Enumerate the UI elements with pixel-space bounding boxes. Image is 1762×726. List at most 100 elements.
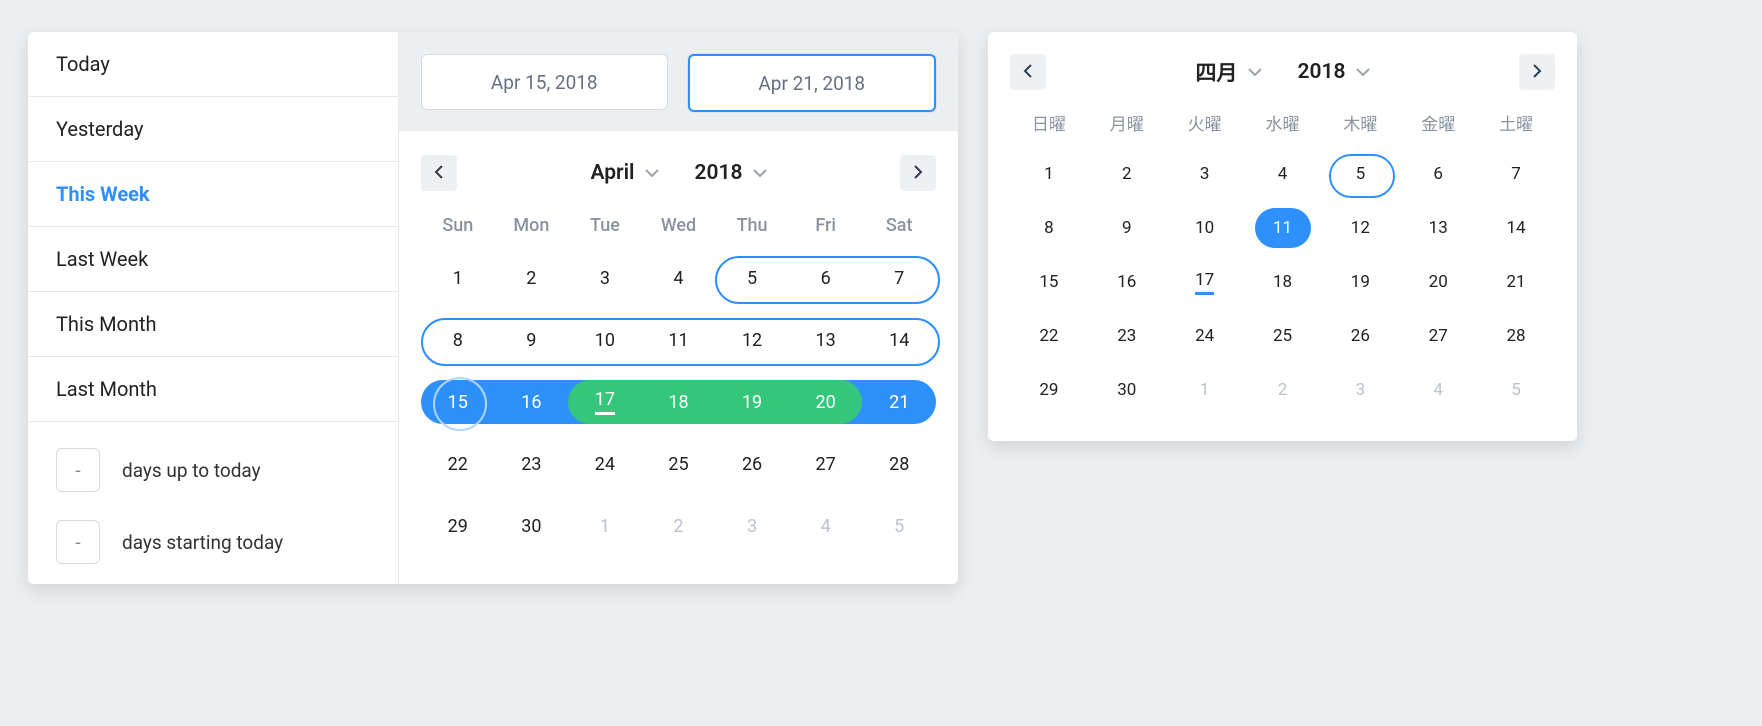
calendar-day[interactable]: 5 [1321, 153, 1399, 195]
calendar-day[interactable]: 16 [1088, 261, 1166, 303]
preset-today[interactable]: Today [28, 32, 398, 97]
weekday-label: Wed [642, 215, 716, 236]
calendar-day[interactable]: 26 [1321, 315, 1399, 357]
calendar-day[interactable]: 4 [1244, 153, 1322, 195]
calendar-day[interactable]: 11 [1244, 207, 1322, 249]
calendar-day[interactable]: 19 [1321, 261, 1399, 303]
start-date-input[interactable]: Apr 15, 2018 [421, 54, 668, 110]
prev-month-button[interactable] [1010, 54, 1046, 90]
calendar-day[interactable]: 21 [1477, 261, 1555, 303]
calendar-day[interactable]: 1 [421, 256, 495, 300]
calendar-week-row: 15161718192021 [1010, 257, 1555, 307]
year-select[interactable]: 2018 [695, 161, 767, 185]
weekday-label: 月曜 [1088, 110, 1166, 135]
calendar-day[interactable]: 6 [1399, 153, 1477, 195]
calendar-day[interactable]: 7 [1477, 153, 1555, 195]
next-month-button[interactable] [1519, 54, 1555, 90]
calendar-day[interactable]: 30 [495, 504, 569, 548]
days-count-input[interactable]: - [56, 520, 100, 564]
weekday-label: 火曜 [1166, 110, 1244, 135]
calendar-day[interactable]: 23 [1088, 315, 1166, 357]
calendar-day[interactable]: 27 [1399, 315, 1477, 357]
chevron-right-icon [912, 164, 924, 183]
calendar-day[interactable]: 8 [421, 318, 495, 362]
calendar-day[interactable]: 6 [789, 256, 863, 300]
calendar-day[interactable]: 14 [862, 318, 936, 362]
end-date-input[interactable]: Apr 21, 2018 [688, 54, 937, 112]
calendar-day[interactable]: 5 [862, 504, 936, 548]
calendar-day[interactable]: 15 [421, 380, 495, 424]
calendar-day[interactable]: 27 [789, 442, 863, 486]
chevron-left-icon [433, 164, 445, 183]
calendar-day[interactable]: 3 [568, 256, 642, 300]
calendar-day[interactable]: 28 [862, 442, 936, 486]
preset-this-week[interactable]: This Week [28, 162, 398, 227]
calendar-day[interactable]: 15 [1010, 261, 1088, 303]
calendar-day[interactable]: 20 [1399, 261, 1477, 303]
calendar-day[interactable]: 22 [1010, 315, 1088, 357]
calendar-day[interactable]: 17 [1166, 261, 1244, 303]
calendar-day[interactable]: 11 [642, 318, 716, 362]
calendar-day[interactable]: 10 [1166, 207, 1244, 249]
calendar-day[interactable]: 24 [1166, 315, 1244, 357]
calendar-day[interactable]: 2 [1088, 153, 1166, 195]
calendar-day[interactable]: 3 [1321, 369, 1399, 411]
calendar-day[interactable]: 24 [568, 442, 642, 486]
weekday-label: Fri [789, 215, 863, 236]
calendar-day[interactable]: 23 [495, 442, 569, 486]
calendar-day[interactable]: 1 [1166, 369, 1244, 411]
calendar-day[interactable]: 4 [1399, 369, 1477, 411]
preset-last-week[interactable]: Last Week [28, 227, 398, 292]
weekday-label: Tue [568, 215, 642, 236]
calendar-day[interactable]: 29 [421, 504, 495, 548]
preset-this-month[interactable]: This Month [28, 292, 398, 357]
calendar-day[interactable]: 21 [862, 380, 936, 424]
calendar-day[interactable]: 9 [495, 318, 569, 362]
calendar-day[interactable]: 8 [1010, 207, 1088, 249]
calendar-day[interactable]: 16 [495, 380, 569, 424]
range-inputs-row: Apr 15, 2018 Apr 21, 2018 [399, 32, 958, 131]
calendar-day[interactable]: 2 [495, 256, 569, 300]
year-select[interactable]: 2018 [1298, 60, 1370, 84]
calendar-day[interactable]: 1 [568, 504, 642, 548]
month-select[interactable]: 四月 [1196, 57, 1262, 87]
calendar-day[interactable]: 2 [1244, 369, 1322, 411]
preset-last-month[interactable]: Last Month [28, 357, 398, 422]
calendar-day[interactable]: 28 [1477, 315, 1555, 357]
calendar-week-row: 1234567 [421, 250, 936, 306]
calendar-day[interactable]: 1 [1010, 153, 1088, 195]
preset-yesterday[interactable]: Yesterday [28, 97, 398, 162]
calendar-day[interactable]: 29 [1010, 369, 1088, 411]
calendar-day[interactable]: 7 [862, 256, 936, 300]
calendar-day[interactable]: 18 [1244, 261, 1322, 303]
calendar-day[interactable]: 22 [421, 442, 495, 486]
calendar-week-row: 1234567 [1010, 149, 1555, 199]
calendar-day[interactable]: 25 [642, 442, 716, 486]
next-month-button[interactable] [900, 155, 936, 191]
calendar-day[interactable]: 3 [715, 504, 789, 548]
calendar-day[interactable]: 5 [1477, 369, 1555, 411]
days-count-input[interactable]: - [56, 448, 100, 492]
calendar-day[interactable]: 30 [1088, 369, 1166, 411]
calendar-day[interactable]: 4 [642, 256, 716, 300]
calendar-day[interactable]: 3 [1166, 153, 1244, 195]
calendar-day[interactable]: 26 [715, 442, 789, 486]
calendar-day[interactable]: 10 [568, 318, 642, 362]
calendar-day[interactable]: 12 [715, 318, 789, 362]
calendar-day[interactable]: 2 [642, 504, 716, 548]
calendar-day[interactable]: 25 [1244, 315, 1322, 357]
calendar-day[interactable]: 13 [1399, 207, 1477, 249]
calendar-day[interactable]: 9 [1088, 207, 1166, 249]
month-select[interactable]: April [590, 161, 658, 185]
calendar-day[interactable]: 13 [789, 318, 863, 362]
days-starting-today-row: -days starting today [28, 506, 398, 578]
calendar-day[interactable]: 14 [1477, 207, 1555, 249]
weekday-label: Mon [495, 215, 569, 236]
calendar-day[interactable]: 5 [715, 256, 789, 300]
prev-month-button[interactable] [421, 155, 457, 191]
calendar-day[interactable]: 12 [1321, 207, 1399, 249]
calendar-week-row: 22232425262728 [1010, 311, 1555, 361]
calendar-day[interactable]: 4 [789, 504, 863, 548]
preset-list: TodayYesterdayThis WeekLast WeekThis Mon… [28, 32, 399, 584]
calendar-jp: 四月 2018 日曜月曜火曜水曜木曜金曜土曜 1234567 [988, 32, 1577, 441]
